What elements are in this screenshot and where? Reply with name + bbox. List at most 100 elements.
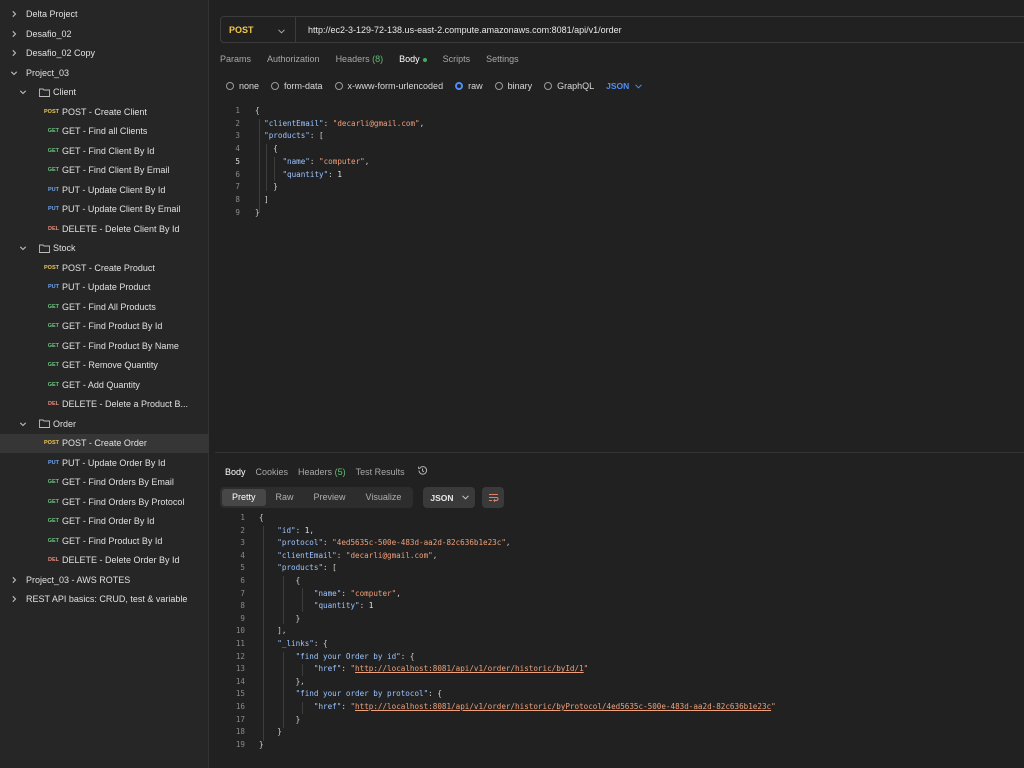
response-format-select[interactable]: JSON (423, 487, 476, 508)
body-format-select[interactable]: JSON (606, 81, 643, 91)
sidebar-item[interactable]: DEL DELETE - Delete Order By Id (0, 551, 209, 570)
chevron-down-icon[interactable] (10, 69, 18, 77)
code-line: }, (259, 677, 305, 690)
sidebar-item[interactable]: GET GET - Find Orders By Protocol (0, 492, 209, 511)
method-select[interactable]: POST (221, 17, 296, 42)
chevron-down-icon[interactable] (19, 88, 27, 96)
sidebar-item[interactable]: Order (0, 414, 209, 433)
sidebar-item[interactable]: POST POST - Create Order (0, 433, 209, 453)
line-number: 12 (235, 651, 245, 661)
response-tab-test-results[interactable]: Test Results (356, 467, 405, 477)
sidebar-item[interactable]: DEL DELETE - Delete a Product B... (0, 395, 209, 414)
sidebar-item[interactable]: PUT PUT - Update Client By Email (0, 200, 209, 219)
sidebar-item[interactable]: Client (0, 83, 209, 102)
code-token: , (432, 550, 438, 560)
sidebar-item[interactable]: Stock (0, 239, 209, 258)
sidebar-item[interactable]: Project_03 (0, 63, 209, 82)
body-option-x-www-form-urlencoded[interactable]: x-www-form-urlencoded (334, 81, 443, 91)
sidebar-item[interactable]: PUT PUT - Update Product (0, 278, 209, 297)
view-mode-preview[interactable]: Preview (304, 489, 356, 506)
response-tab-cookies[interactable]: Cookies (256, 467, 289, 477)
tab-authorization[interactable]: Authorization (267, 54, 320, 68)
code-token: "href" (313, 702, 342, 711)
pane-divider[interactable] (215, 452, 1024, 453)
sidebar-item[interactable]: GET GET - Find all Clients (0, 122, 209, 141)
sidebar-item[interactable]: GET GET - Find Product By Id (0, 317, 209, 336)
tab-label: Cookies (255, 466, 289, 477)
tab-settings[interactable]: Settings (486, 54, 519, 68)
view-mode-visualize[interactable]: Visualize (356, 489, 412, 506)
sidebar-item[interactable]: GET GET - Find Product By Id (0, 531, 209, 550)
code-token: , (364, 156, 370, 166)
code-token: 1 (337, 169, 342, 179)
sidebar-item[interactable]: GET GET - Find Client By Id (0, 141, 209, 160)
sidebar-item[interactable]: PUT PUT - Update Order By Id (0, 453, 209, 472)
code-token: : [ (309, 131, 324, 141)
sidebar-item[interactable]: POST POST - Create Product (0, 258, 209, 277)
tab-headers[interactable]: Headers (8) (336, 54, 384, 68)
tab-body[interactable]: Body (399, 54, 427, 68)
method-badge: GET (47, 518, 59, 524)
sidebar-item-label: GET - Add Quantity (62, 379, 140, 390)
body-option-binary[interactable]: binary (494, 81, 532, 91)
sidebar-item-label: PUT - Update Product (62, 282, 151, 292)
body-type-options: none form-data x-www-form-urlencoded raw bin… (226, 80, 643, 92)
view-mode-raw[interactable]: Raw (266, 489, 304, 506)
body-option-form-data[interactable]: form-data (271, 81, 323, 91)
sidebar-item[interactable]: GET GET - Add Quantity (0, 375, 209, 394)
sidebar-item-label: Project_03 - AWS ROTES (26, 574, 131, 585)
response-tab-headers[interactable]: Headers (5) (298, 467, 346, 477)
sidebar-item-label: PUT - Update Order By Id (62, 457, 166, 468)
sidebar-item[interactable]: GET GET - Find All Products (0, 297, 209, 316)
indent-guide (263, 526, 264, 741)
response-body-viewer[interactable]: 1 {2 "id": 1, 3 "protocol": "4ed5635c-500e… (215, 512, 1024, 762)
code-line: "products": [ (259, 563, 336, 576)
sidebar-item[interactable]: DEL DELETE - Delete Client By Id (0, 219, 209, 238)
collections-sidebar: Delta Project Desafio_02 Desafio_02 Copy Pr… (0, 0, 209, 768)
chevron-right-icon[interactable] (10, 30, 18, 38)
body-option-none[interactable]: none (226, 81, 259, 91)
tab-scripts[interactable]: Scripts (443, 54, 471, 68)
chevron-right-icon[interactable] (10, 49, 18, 57)
indent-guide (302, 702, 303, 714)
chevron-right-icon[interactable] (10, 576, 18, 584)
method-badge: PUT (48, 284, 59, 290)
tab-label: Settings (486, 54, 519, 64)
code-token: http://localhost:8081/api/v1/order/histo… (355, 702, 772, 711)
chevron-down-icon[interactable] (19, 244, 27, 252)
sidebar-item[interactable]: Project_03 - AWS ROTES (0, 570, 209, 589)
code-token: "name" (282, 156, 310, 166)
body-option-raw[interactable]: raw (455, 81, 483, 91)
sidebar-item[interactable]: Delta Project (0, 5, 209, 24)
sidebar-item[interactable]: GET GET - Find Order By Id (0, 512, 209, 531)
line-number: 8 (235, 194, 240, 204)
chevron-right-icon[interactable] (10, 10, 18, 18)
chevron-right-icon[interactable] (10, 595, 18, 603)
request-body-editor[interactable]: 1 {2 "clientEmail": "decarli@gmail.com", 3… (215, 104, 1024, 444)
chevron-down-icon[interactable] (19, 420, 27, 428)
line-number: 18 (235, 727, 245, 737)
history-icon[interactable] (417, 465, 428, 478)
code-token: }, (259, 676, 305, 686)
sidebar-item[interactable]: POST POST - Create Client (0, 102, 209, 121)
sidebar-item[interactable]: GET GET - Remove Quantity (0, 356, 209, 375)
sidebar-item[interactable]: GET GET - Find Orders By Email (0, 473, 209, 492)
method-badge: GET (47, 537, 59, 544)
code-token: "clientEmail" (277, 550, 337, 560)
sidebar-item[interactable]: Desafio_02 (0, 24, 209, 43)
body-option-label: GraphQL (557, 81, 595, 91)
sidebar-item[interactable]: PUT PUT - Update Client By Id (0, 180, 209, 199)
sidebar-item[interactable]: Desafio_02 Copy (0, 44, 209, 63)
code-line: { (255, 106, 260, 119)
sidebar-item[interactable]: GET GET - Find Product By Name (0, 336, 209, 355)
url-input[interactable]: http://ec2-3-129-72-138.us-east-2.comput… (296, 25, 622, 35)
sidebar-item-label: Client (53, 87, 77, 97)
sidebar-item[interactable]: REST API basics: CRUD, test & variable (0, 590, 209, 609)
tab-params[interactable]: Params (220, 54, 251, 68)
wrap-lines-button[interactable] (482, 487, 505, 508)
view-mode-pretty[interactable]: Pretty (222, 489, 266, 506)
sidebar-item[interactable]: GET GET - Find Client By Email (0, 161, 209, 180)
body-option-graphql[interactable]: GraphQL (544, 81, 594, 91)
response-tab-body[interactable]: Body (225, 467, 246, 477)
